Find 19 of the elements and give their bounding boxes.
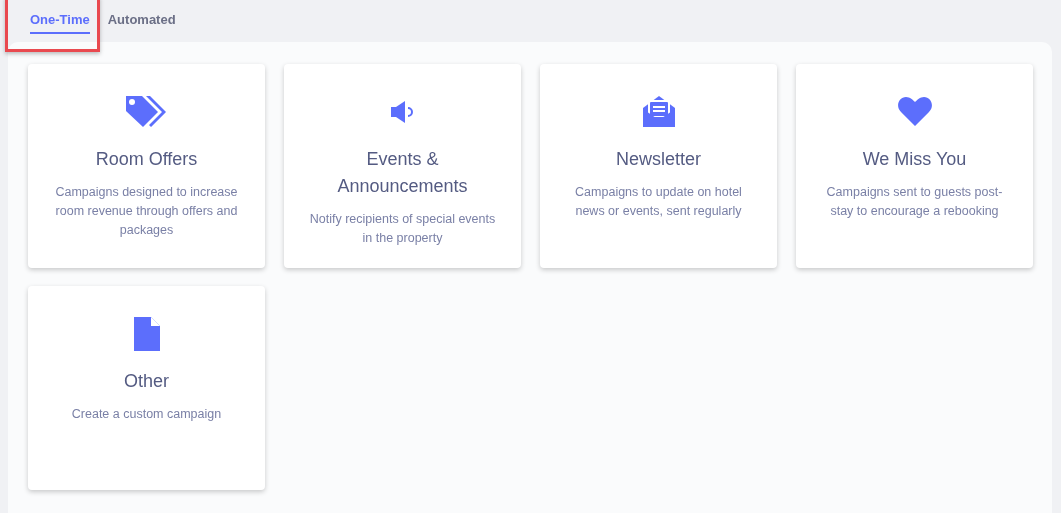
card-description: Campaigns sent to guests post-stay to encourage a rebooking xyxy=(825,184,1004,220)
tab[interactable]: Automated xyxy=(107,0,176,34)
campaign-card[interactable]: Other Create a custom campaign xyxy=(28,286,265,490)
card-description: Create a custom campaign xyxy=(71,406,222,423)
card-description: Campaigns designed to increase room revenue through offers and packages xyxy=(54,184,239,239)
card-title: We Miss You xyxy=(862,148,967,171)
campaign-card[interactable]: Events & Announcements Notify recipients of special events in the property xyxy=(284,64,521,268)
document-icon xyxy=(132,316,161,352)
card-title: Other xyxy=(124,370,169,393)
card-title: Room Offers xyxy=(95,148,198,171)
campaign-card[interactable]: Newsletter Campaigns to update on hotel news or events, sent regularly xyxy=(540,64,777,268)
card-description: Campaigns to update on hotel news or events, sent regularly xyxy=(574,184,743,220)
campaign-card[interactable]: We Miss You Campaigns sent to guests post-stay to encourage a rebooking xyxy=(796,64,1033,268)
card-description: Notify recipients of special events in the property xyxy=(308,211,497,247)
card-title: Events & Announcements xyxy=(336,148,469,198)
heart-icon xyxy=(896,96,933,128)
card-title: Newsletter xyxy=(616,148,701,171)
campaign-card[interactable]: Room Offers Campaigns designed to increase room revenue through offers and packages xyxy=(28,64,265,268)
tab[interactable]: One-Time xyxy=(30,0,90,34)
